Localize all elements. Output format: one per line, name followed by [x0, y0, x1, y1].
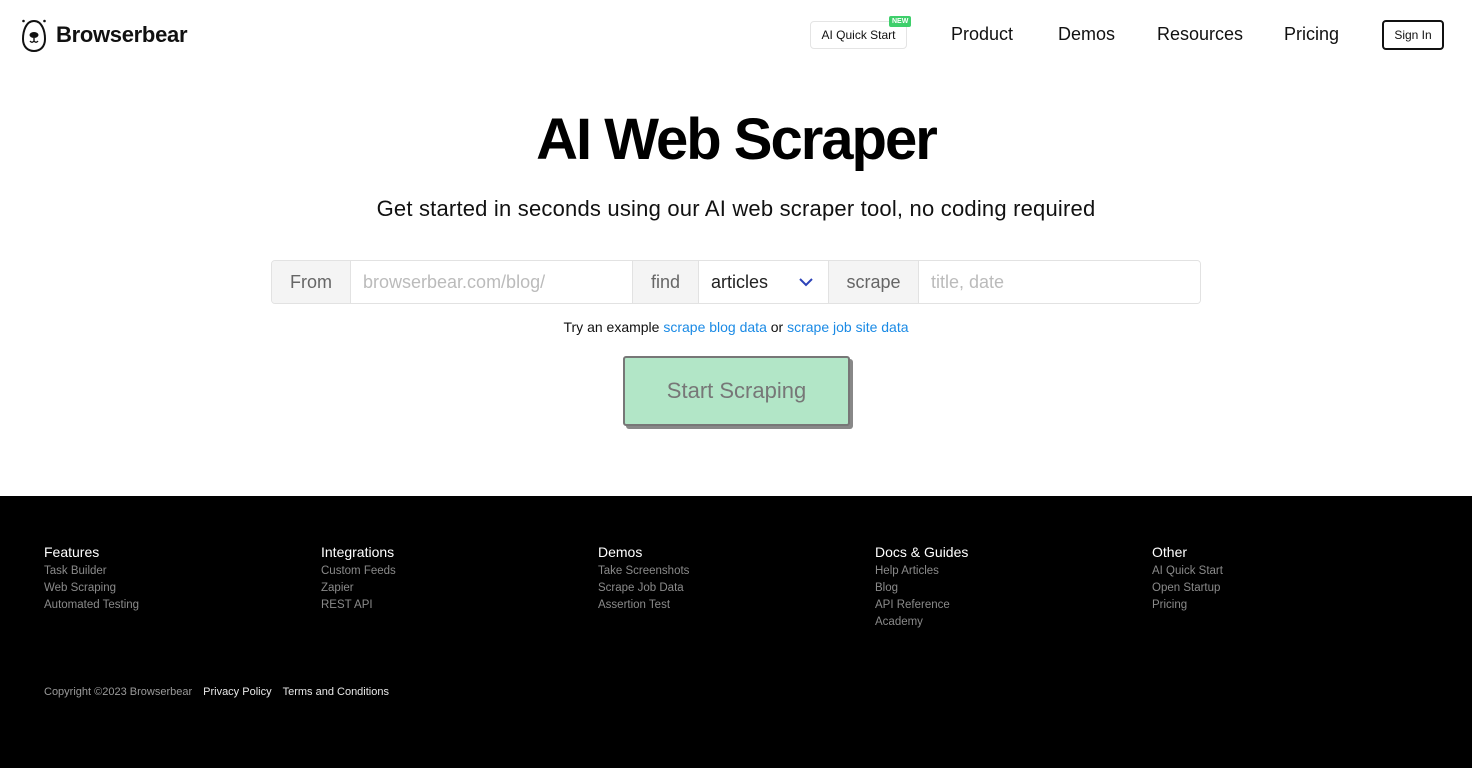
- fields-input[interactable]: [919, 261, 1200, 303]
- footer-link-rest-api[interactable]: REST API: [321, 597, 396, 614]
- footer-column-title: Other: [1152, 544, 1188, 560]
- footer-link-take-screenshots[interactable]: Take Screenshots: [598, 563, 689, 580]
- site-footer: Features Task Builder Web Scraping Autom…: [0, 496, 1472, 768]
- footer-link-web-scraping[interactable]: Web Scraping: [44, 580, 139, 597]
- footer-bottom: Copyright ©2023 Browserbear Privacy Poli…: [44, 686, 389, 698]
- footer-column-integrations: Integrations Custom Feeds Zapier REST AP…: [321, 544, 396, 614]
- footer-column-title: Docs & Guides: [875, 544, 969, 560]
- footer-link-task-builder[interactable]: Task Builder: [44, 563, 139, 580]
- footer-link-custom-feeds[interactable]: Custom Feeds: [321, 563, 396, 580]
- nav-product[interactable]: Product: [951, 24, 1013, 45]
- footer-link-automated-testing[interactable]: Automated Testing: [44, 597, 139, 614]
- footer-wave-decoration: [540, 496, 940, 526]
- examples-or: or: [770, 319, 784, 335]
- footer-column-title: Features: [44, 544, 100, 560]
- terms-link[interactable]: Terms and Conditions: [283, 686, 389, 698]
- find-label: find: [632, 261, 699, 303]
- footer-link-blog[interactable]: Blog: [875, 580, 968, 597]
- footer-link-api-reference[interactable]: API Reference: [875, 597, 968, 614]
- start-scraping-button[interactable]: Start Scraping: [623, 356, 850, 426]
- page-subtitle: Get started in seconds using our AI web …: [376, 196, 1096, 221]
- copyright-text: Copyright ©2023 Browserbear: [44, 686, 193, 698]
- footer-column-docs: Docs & Guides Help Articles Blog API Ref…: [875, 544, 968, 631]
- footer-link-pricing[interactable]: Pricing: [1152, 597, 1223, 614]
- scrape-blog-data-link[interactable]: scrape blog data: [663, 319, 767, 335]
- privacy-policy-link[interactable]: Privacy Policy: [203, 686, 271, 698]
- url-input[interactable]: [351, 261, 632, 303]
- from-label: From: [272, 261, 351, 303]
- footer-link-scrape-job-data[interactable]: Scrape Job Data: [598, 580, 689, 597]
- find-selected-value: articles: [711, 271, 769, 292]
- footer-link-assertion-test[interactable]: Assertion Test: [598, 597, 689, 614]
- sign-in-button[interactable]: Sign In: [1382, 20, 1444, 50]
- examples-text: Try an example scrape blog data or scrap…: [0, 319, 1472, 335]
- bear-logo-icon: [21, 19, 47, 53]
- footer-column-title: Integrations: [321, 544, 395, 560]
- scrape-label: scrape: [828, 261, 919, 303]
- footer-column-demos: Demos Take Screenshots Scrape Job Data A…: [598, 544, 689, 614]
- footer-column-other: Other AI Quick Start Open Startup Pricin…: [1152, 544, 1223, 614]
- site-header: Browserbear AI Quick Start NEW Product D…: [0, 0, 1472, 70]
- nav-pricing[interactable]: Pricing: [1284, 24, 1339, 45]
- footer-link-academy[interactable]: Academy: [875, 614, 968, 631]
- examples-prefix: Try an example: [563, 319, 660, 335]
- brand-logo[interactable]: Browserbear: [20, 17, 188, 53]
- footer-link-help-articles[interactable]: Help Articles: [875, 563, 968, 580]
- new-badge: NEW: [889, 16, 912, 27]
- nav-resources[interactable]: Resources: [1157, 24, 1243, 45]
- chevron-down-icon: [799, 278, 813, 287]
- brand-name: Browserbear: [56, 22, 188, 47]
- nav-demos[interactable]: Demos: [1058, 24, 1115, 45]
- footer-link-zapier[interactable]: Zapier: [321, 580, 396, 597]
- scraper-form: From find articles scrape: [271, 260, 1201, 304]
- footer-link-ai-quick-start[interactable]: AI Quick Start: [1152, 563, 1223, 580]
- find-select[interactable]: articles: [699, 261, 828, 303]
- page-title: AI Web Scraper: [536, 107, 938, 172]
- footer-link-open-startup[interactable]: Open Startup: [1152, 580, 1223, 597]
- footer-column-title: Demos: [598, 544, 643, 560]
- footer-column-features: Features Task Builder Web Scraping Autom…: [44, 544, 139, 614]
- scrape-job-site-data-link[interactable]: scrape job site data: [787, 319, 908, 335]
